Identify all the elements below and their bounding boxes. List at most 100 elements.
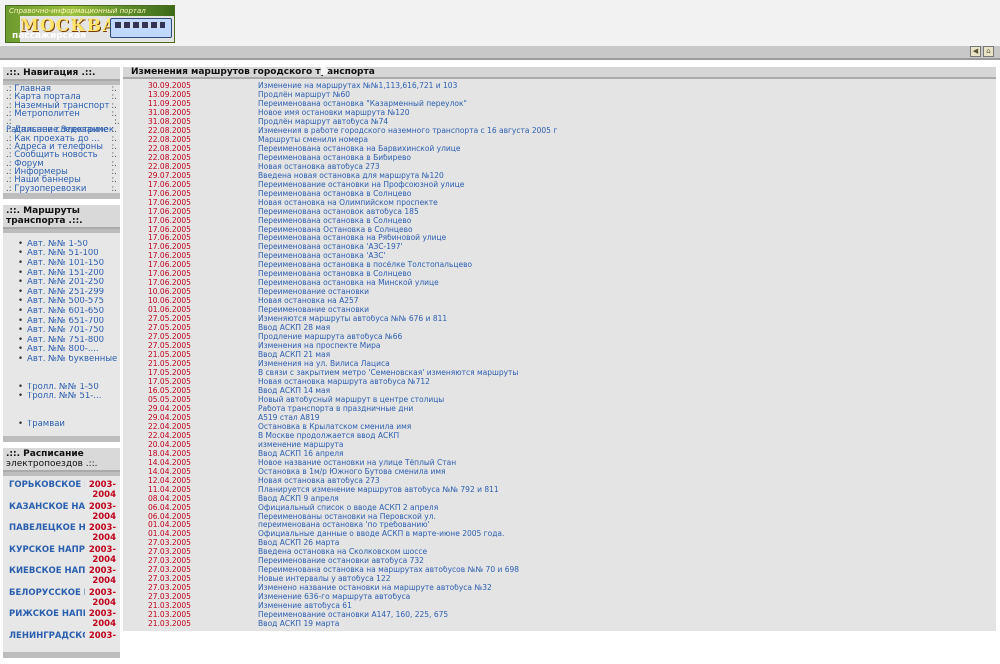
bus-route-link-label[interactable]: Авт. №№ 1-50	[27, 240, 88, 250]
trolley-route-link[interactable]: • Тролл. №№ 1-50	[18, 382, 120, 393]
change-title-link[interactable]: Новый автобусный маршрут в центре столиц…	[258, 396, 444, 405]
bus-route-link[interactable]: • Авт. №№ 101-150	[18, 258, 120, 269]
change-title-link[interactable]: изменение маршрута	[258, 441, 343, 450]
change-title-link[interactable]: Переименована остановка в Бибирево	[258, 154, 411, 163]
schedule-direction-link[interactable]: ЛЕНИНГРАДСКОЕ	[9, 631, 85, 653]
change-title-link[interactable]: Переименована остановка на Минской улице	[258, 279, 439, 288]
change-title-link[interactable]: Изменяются маршруты автобуса №№ 676 и 81…	[258, 315, 447, 324]
change-title-link[interactable]: Введена новая остановка для маршрута №12…	[258, 172, 444, 181]
change-title-link[interactable]: Переименована остановка в Солнцево	[258, 270, 411, 279]
change-title-link[interactable]: Переименована остановка на маршрутах авт…	[258, 566, 519, 575]
bus-route-link[interactable]: • Авт. №№ 751-800	[18, 335, 120, 346]
bus-route-link[interactable]: • Авт. №№ 500-575	[18, 297, 120, 307]
change-title-link[interactable]: Маршруты сменили номера	[258, 136, 368, 145]
bus-route-link-label[interactable]: Авт. №№ 701-750	[27, 326, 104, 336]
change-title-link[interactable]: Переименование остановки автобуса 732	[258, 557, 424, 566]
change-title-link[interactable]: Ввод АСКП 19 марта	[258, 620, 339, 629]
change-title-link[interactable]: Продление маршрута автобуса №66	[258, 333, 402, 342]
schedule-item[interactable]: КУРСКОЕ НАПРАВЛЕНИЕ2003-2004	[3, 545, 120, 567]
change-title-link[interactable]: Изменение 636-го маршрута автобуса	[258, 593, 410, 602]
change-title-link[interactable]: Новая остановка автобуса 273	[258, 163, 380, 172]
change-title-link[interactable]: Продлён маршрут автобуса №74	[258, 118, 388, 127]
schedule-direction-link[interactable]: БЕЛОРУССКОЕ НАПРАВЛЕНИЕ	[9, 588, 85, 610]
nav-link[interactable]: Грузоперевозки	[14, 184, 86, 194]
change-title-link[interactable]: Остановка в 1м/р Южного Бутова сменила и…	[258, 468, 446, 477]
change-title-link[interactable]: Переименована остановка в Солнцево	[258, 217, 411, 226]
bus-route-link[interactable]: • Авт. №№ 201-250	[18, 278, 120, 288]
change-title-link[interactable]: Переименована остановка в Солнцево	[258, 190, 411, 199]
tram-link[interactable]: • Трамваи	[18, 419, 120, 430]
bus-route-link-label[interactable]: Авт. №№ 751-800	[27, 336, 104, 346]
bus-route-link-label[interactable]: Авт. №№ 201-250	[27, 278, 104, 288]
schedule-direction-link[interactable]: ГОРЬКОВСКОЕ НАПРАВЛЕНИЕ	[9, 480, 85, 502]
trolley-route-link[interactable]: • Тролл. №№ 51-...	[18, 392, 120, 402]
back-icon[interactable]: ◀	[970, 46, 981, 57]
change-title-link[interactable]: Переименование остановки А147, 160, 225,…	[258, 611, 448, 620]
trolley-route-link-label[interactable]: Тролл. №№ 1-50	[27, 383, 99, 393]
change-title-link[interactable]: Новая остановка автобуса 273	[258, 477, 380, 486]
change-title-link[interactable]: Новая остановка маршрута автобуса №712	[258, 378, 430, 387]
schedule-item[interactable]: ЛЕНИНГРАДСКОЕ2003-	[3, 631, 120, 653]
bus-route-link[interactable]: • Авт. №№ 251-299	[18, 287, 120, 298]
bus-route-link[interactable]: • Авт. №№ 701-750	[18, 326, 120, 336]
schedule-direction-link[interactable]: РИЖСКОЕ НАПРАВЛЕНИЕ	[9, 609, 85, 631]
change-title-link[interactable]: Изменение на маршрутах №№1,113,616,721 и…	[258, 82, 457, 91]
change-title-link[interactable]: Новая остановка на А257	[258, 297, 359, 306]
schedule-item[interactable]: РИЖСКОЕ НАПРАВЛЕНИЕ2003-2004	[3, 609, 120, 631]
change-title-link[interactable]: Официальные данные о вводе АСКП в марте-…	[258, 530, 504, 539]
change-title-link[interactable]: Новая остановка на Олимпийском проспекте	[258, 199, 438, 208]
change-title-link[interactable]: Введена остановка на Сколковском шоссе	[258, 548, 427, 557]
bus-route-link[interactable]: • Авт. №№ 1-50	[18, 239, 120, 250]
portal-logo[interactable]: Справочно-информационный портал МОСКВА п…	[5, 5, 175, 43]
change-title-link[interactable]: Переименованы остановки на Перовской ул.	[258, 513, 436, 522]
change-title-link[interactable]: Переименована остановка на Барвихинской …	[258, 145, 461, 154]
nav-item[interactable]: .: Метрополитен:.	[3, 109, 120, 118]
change-title-link[interactable]: Ввод АСКП 28 мая	[258, 324, 330, 333]
change-title-link[interactable]: В Москве продолжается ввод АСКП	[258, 432, 399, 441]
schedule-item[interactable]: КАЗАНСКОЕ НАПРАВЛЕНИЕ2003-2004	[3, 502, 120, 524]
bus-route-link[interactable]: • Авт. №№ 800-....	[18, 345, 120, 355]
change-title-link[interactable]: В связи с закрытием метро 'Семеновская' …	[258, 369, 518, 378]
change-title-link[interactable]: Переименование остановки	[258, 288, 369, 297]
change-title-link[interactable]: Изменения в работе городского наземного …	[258, 127, 557, 136]
change-title-link[interactable]: Официальный список о вводе АСКП 2 апреля	[258, 504, 438, 513]
change-title-link[interactable]: Новое имя остановки маршрута №120	[258, 109, 410, 118]
change-title-link[interactable]: Переименование остановки на Профсоюзной …	[258, 181, 464, 190]
change-title-link[interactable]: Остановка в Крылатском сменила имя	[258, 423, 411, 432]
schedule-direction-link[interactable]: КУРСКОЕ НАПРАВЛЕНИЕ	[9, 545, 85, 567]
bus-route-link-label[interactable]: Авт. №№ 51-100	[27, 249, 99, 259]
change-title-link[interactable]: Переименована остановка "Казарменный пер…	[258, 100, 467, 109]
schedule-item[interactable]: ГОРЬКОВСКОЕ НАПРАВЛЕНИЕ2003-2004	[3, 480, 120, 502]
change-title-link[interactable]: Ввод АСКП 14 мая	[258, 387, 330, 396]
schedule-item[interactable]: КИЕВСКОЕ НАПРАВЛЕНИЕ2003-2004	[3, 566, 120, 588]
tram-link-label[interactable]: Трамваи	[27, 420, 65, 430]
change-title-link[interactable]: Ввод АСКП 26 марта	[258, 539, 339, 548]
bus-route-link[interactable]: • Авт. №№ 51-100	[18, 249, 120, 259]
change-title-link[interactable]: Изменения на проспекте Мира	[258, 342, 380, 351]
change-title-link[interactable]: Ввод АСКП 16 апреля	[258, 450, 344, 459]
bus-route-link[interactable]: • Авт. №№ буквенные	[18, 354, 120, 365]
change-title-link[interactable]: Продлён маршрут №60	[258, 91, 350, 100]
change-title-link[interactable]: Переименована остановка 'АЗС-197'	[258, 243, 403, 252]
change-title-link[interactable]: А519 стал А819	[258, 414, 320, 423]
change-title-link[interactable]: Работа транспорта в праздничные дни	[258, 405, 413, 414]
bus-route-link-label[interactable]: Авт. №№ 601-650	[27, 307, 104, 317]
trolley-route-link-label[interactable]: Тролл. №№ 51-...	[27, 392, 101, 402]
bus-route-link-label[interactable]: Авт. №№ 651-700	[27, 317, 104, 327]
bus-route-link[interactable]: • Авт. №№ 601-650	[18, 306, 120, 317]
schedule-direction-link[interactable]: КАЗАНСКОЕ НАПРАВЛЕНИЕ	[9, 502, 85, 524]
nav-item[interactable]: .: Грузоперевозки:.	[3, 184, 120, 194]
change-title-link[interactable]: Переименована остановок автобуса 185	[258, 208, 419, 217]
change-title-link[interactable]: Новые интервалы у автобуса 122	[258, 575, 390, 584]
change-title-link[interactable]: переименована остановка 'по требованию'	[258, 521, 430, 530]
bus-route-link[interactable]: • Авт. №№ 151-200	[18, 268, 120, 279]
change-title-link[interactable]: Изменено название остановки на маршруте …	[258, 584, 492, 593]
change-title-link[interactable]: Ввод АСКП 21 мая	[258, 351, 330, 360]
schedule-direction-link[interactable]: КИЕВСКОЕ НАПРАВЛЕНИЕ	[9, 566, 85, 588]
bus-route-link-label[interactable]: Авт. №№ 800-....	[27, 345, 99, 355]
bus-route-link-label[interactable]: Авт. №№ 251-299	[27, 288, 104, 298]
schedule-direction-link[interactable]: ПАВЕЛЕЦКОЕ НАПРАВЛЕНИЕ	[9, 523, 85, 545]
change-title-link[interactable]: Изменения на ул. Вилиса Лациса	[258, 360, 390, 369]
change-title-link[interactable]: Переименована Остановка в Солнцево	[258, 226, 413, 235]
change-title-link[interactable]: Новое название остановки на улице Тёплый…	[258, 459, 456, 468]
